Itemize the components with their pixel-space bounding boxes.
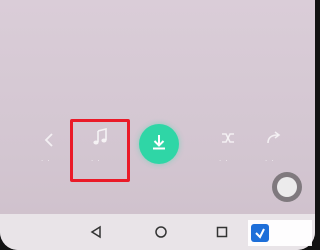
shuffle-icon (220, 130, 236, 150)
recents-square-icon (216, 226, 228, 238)
back-triangle-icon (90, 225, 101, 239)
phone-screen: · · · · · · · · (0, 0, 315, 250)
back-arrow-icon (42, 132, 56, 152)
nav-back-button[interactable] (88, 224, 104, 240)
watermark (248, 220, 312, 246)
share-icon (265, 130, 283, 150)
download-button[interactable] (139, 124, 179, 164)
toolbar-label-share: · · (265, 157, 275, 165)
home-circle-icon (155, 226, 167, 238)
nav-recents-button[interactable] (214, 224, 230, 240)
app-logo (251, 224, 269, 242)
highlight-box (70, 119, 130, 182)
assistive-touch-dot (277, 177, 297, 197)
download-icon (149, 132, 169, 156)
toolbar-item-back[interactable]: · · (38, 132, 62, 172)
toolbar-label-shuffle: · · (219, 157, 229, 165)
screen-content (0, 0, 315, 214)
toolbar-label-back: · · (41, 157, 51, 165)
toolbar-item-shuffle[interactable]: · · (214, 130, 242, 172)
assistive-touch-button[interactable] (272, 172, 302, 202)
toolbar-item-share[interactable]: · · (260, 130, 288, 172)
nav-home-button[interactable] (153, 224, 169, 240)
